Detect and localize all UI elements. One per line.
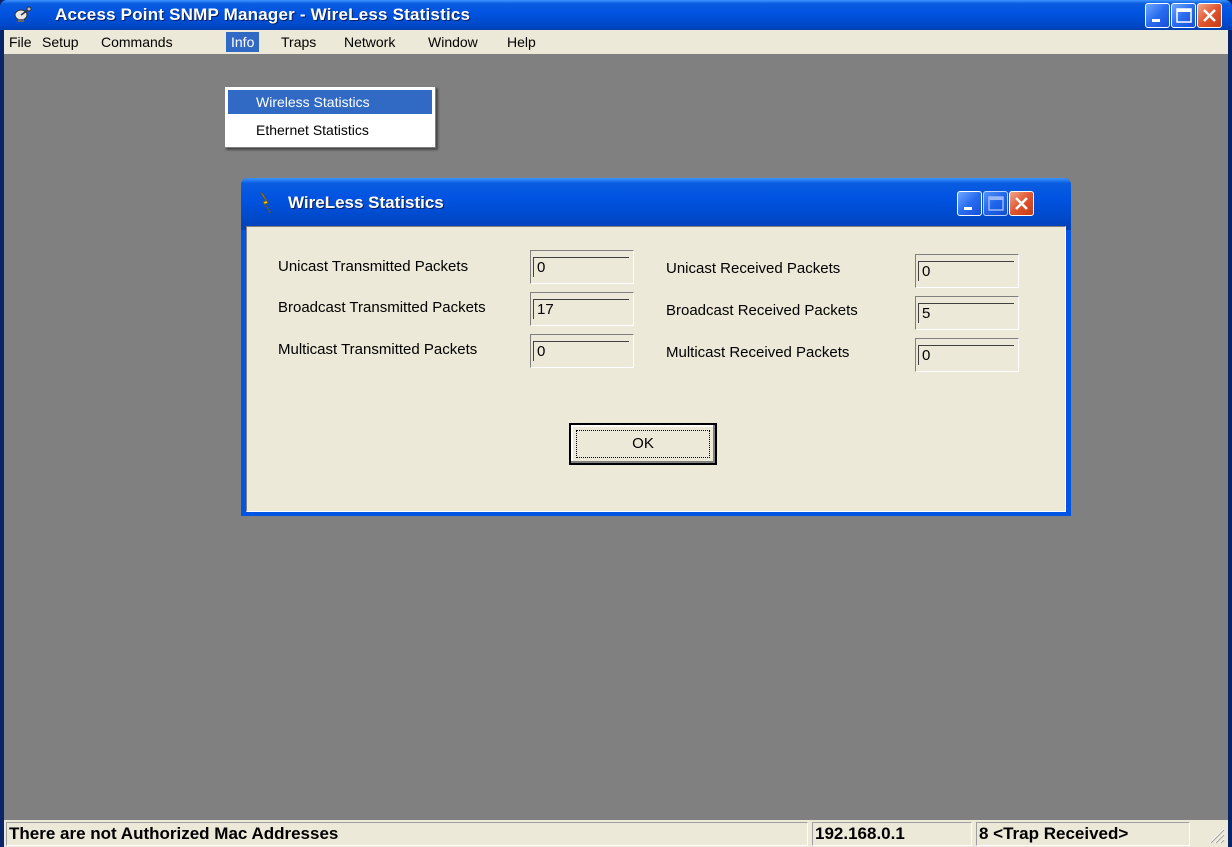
resize-grip-icon[interactable] xyxy=(1206,825,1226,845)
dialog-body: Unicast Transmitted Packets 0 Broadcast … xyxy=(246,226,1066,512)
title-bar[interactable]: Access Point SNMP Manager - WireLess Sta… xyxy=(0,0,1232,30)
multicast-received-label: Multicast Received Packets xyxy=(666,344,850,361)
minimize-icon xyxy=(964,207,972,210)
ok-button[interactable]: OK xyxy=(569,423,717,465)
menu-window[interactable]: Window xyxy=(423,32,483,52)
status-bar: There are not Authorized Mac Addresses 1… xyxy=(4,820,1228,847)
broadcast-transmitted-label: Broadcast Transmitted Packets xyxy=(278,299,486,316)
dialog-title: WireLess Statistics xyxy=(288,193,444,212)
satellite-dish-icon[interactable] xyxy=(14,6,34,24)
multicast-transmitted-field[interactable]: 0 xyxy=(530,334,634,368)
unicast-received-label: Unicast Received Packets xyxy=(666,260,841,277)
menu-info[interactable]: Info xyxy=(226,32,260,52)
unicast-received-value: 0 xyxy=(918,261,1014,281)
menu-item-ethernet-statistics[interactable]: Ethernet Statistics xyxy=(228,118,432,142)
unicast-transmitted-label: Unicast Transmitted Packets xyxy=(278,258,469,275)
menu-commands[interactable]: Commands xyxy=(96,32,178,52)
menu-bar: File Setup Commands Info Traps Network W… xyxy=(4,30,1228,54)
broadcast-transmitted-value: 17 xyxy=(533,299,629,319)
lightning-icon[interactable] xyxy=(257,192,275,214)
close-button[interactable] xyxy=(1197,3,1222,28)
maximize-icon xyxy=(988,196,1004,211)
menu-file[interactable]: File xyxy=(4,32,37,52)
unicast-transmitted-field[interactable]: 0 xyxy=(530,250,634,284)
status-traps: 8 <Trap Received> xyxy=(976,822,1190,846)
window-title: Access Point SNMP Manager - WireLess Sta… xyxy=(55,5,471,24)
maximize-button[interactable] xyxy=(1171,3,1196,28)
dialog-maximize-button[interactable] xyxy=(983,191,1008,216)
multicast-transmitted-label: Multicast Transmitted Packets xyxy=(278,341,478,358)
minimize-button[interactable] xyxy=(1145,3,1170,28)
multicast-received-value: 0 xyxy=(918,345,1014,365)
broadcast-received-label: Broadcast Received Packets xyxy=(666,302,858,319)
info-dropdown-menu: Wireless Statistics Ethernet Statistics xyxy=(224,86,436,148)
dialog-close-button[interactable] xyxy=(1009,191,1034,216)
ok-button-label: OK xyxy=(632,435,654,452)
broadcast-received-value: 5 xyxy=(918,303,1014,323)
broadcast-transmitted-field[interactable]: 17 xyxy=(530,292,634,326)
dialog-minimize-button[interactable] xyxy=(957,191,982,216)
multicast-transmitted-value: 0 xyxy=(533,341,629,361)
menu-traps[interactable]: Traps xyxy=(276,32,321,52)
menu-item-wireless-statistics[interactable]: Wireless Statistics xyxy=(228,90,432,114)
close-icon xyxy=(1015,197,1028,210)
maximize-icon xyxy=(1176,8,1192,23)
menu-setup[interactable]: Setup xyxy=(37,32,84,52)
status-ip: 192.168.0.1 xyxy=(812,822,972,846)
close-icon xyxy=(1203,9,1216,22)
menu-help[interactable]: Help xyxy=(502,32,541,52)
broadcast-received-field[interactable]: 5 xyxy=(915,296,1019,330)
minimize-icon xyxy=(1152,19,1160,22)
unicast-transmitted-value: 0 xyxy=(533,257,629,277)
unicast-received-field[interactable]: 0 xyxy=(915,254,1019,288)
multicast-received-field[interactable]: 0 xyxy=(915,338,1019,372)
status-message: There are not Authorized Mac Addresses xyxy=(6,822,808,846)
dialog-title-bar[interactable]: WireLess Statistics xyxy=(241,178,1071,230)
wireless-statistics-dialog: WireLess Statistics Unicast Transmitted … xyxy=(241,178,1071,516)
menu-network[interactable]: Network xyxy=(339,32,400,52)
